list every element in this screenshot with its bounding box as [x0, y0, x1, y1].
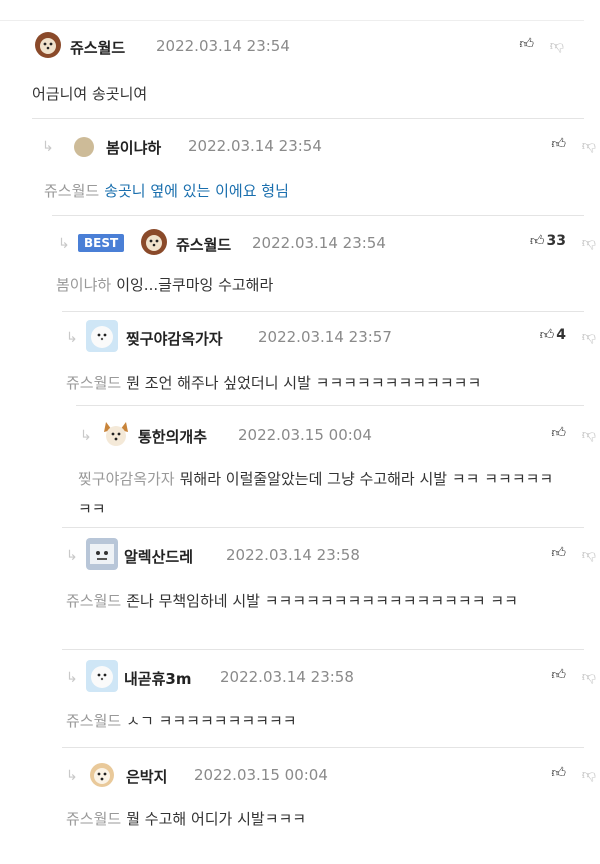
- like-count: 33: [546, 233, 566, 249]
- comment: 쥬스월드 2022.03.14 23:54 👍︎ 👎︎ 어금니여 송곳니여: [0, 20, 584, 119]
- thumbs-down-icon: 👎︎: [581, 547, 596, 563]
- thumbs-down-icon: 👎︎: [581, 138, 596, 154]
- like-button[interactable]: 👍︎: [551, 764, 566, 786]
- mention[interactable]: 쥬스월드: [66, 592, 121, 610]
- dislike-button[interactable]: 👎︎: [550, 37, 564, 54]
- comment-body: 존나 무책임하네 시발 ㅋㅋㅋㅋㅋㅋㅋㅋㅋㅋㅋㅋㅋㅋㅋㅋ ㅋㅋ: [126, 592, 518, 610]
- comment-nickname[interactable]: 쥬스월드: [176, 234, 231, 255]
- reply-arrow-icon: ↳: [42, 139, 54, 155]
- comment-text: 봄이냐하 이잉...글쿠마잉 수고해라: [56, 270, 576, 300]
- comment-nickname[interactable]: 봄이냐하: [106, 137, 161, 158]
- comment-reply: ↳ 통한의개추 2022.03.15 00:04 👍︎ 👎︎ 찢구야감옥가자 뭐해…: [76, 405, 596, 528]
- avatar[interactable]: [86, 320, 118, 352]
- reply-arrow-icon: ↳: [58, 236, 70, 252]
- comment-nickname[interactable]: 내곧휴3m: [124, 668, 191, 689]
- comment-body: 이잉...글쿠마잉 수고해라: [116, 276, 274, 294]
- avatar[interactable]: [86, 538, 118, 570]
- dislike-button[interactable]: 👎︎: [582, 234, 596, 251]
- comment-text: 쥬스월드 뭘 수고해 어디가 시발ㅋㅋㅋ: [66, 804, 556, 834]
- comment-nickname[interactable]: 은박지: [126, 766, 167, 787]
- avatar[interactable]: [74, 137, 94, 157]
- comment-text: 쥬스월드 뭔 조언 해주나 싶었더니 시발 ㅋㅋㅋㅋㅋㅋㅋㅋㅋㅋㅋㅋ: [66, 368, 576, 398]
- comment-body: 어금니여 송곳니여: [32, 85, 148, 103]
- comment-reply: ↳ 알렉산드레 2022.03.14 23:58 👍︎ 👎︎ 쥬스월드 존나 무책…: [62, 527, 596, 650]
- avatar[interactable]: [86, 758, 118, 790]
- mention[interactable]: 쥬스월드: [66, 810, 121, 828]
- reply-arrow-icon: ↳: [66, 768, 78, 784]
- comment-date: 2022.03.14 23:54: [156, 37, 290, 55]
- comment-date: 2022.03.14 23:57: [258, 328, 392, 346]
- comment-date: 2022.03.14 23:54: [188, 137, 322, 155]
- comment-nickname[interactable]: 알렉산드레: [124, 546, 193, 567]
- thumbs-up-icon: 👍︎: [551, 136, 566, 152]
- dislike-button[interactable]: 👎︎: [582, 328, 596, 345]
- mention[interactable]: 쥬스월드: [66, 374, 121, 392]
- like-button[interactable]: 👍︎: [551, 544, 566, 566]
- like-button[interactable]: 👍︎: [551, 666, 566, 688]
- reply-arrow-icon: ↳: [66, 670, 78, 686]
- comment-body: 송곳니 옆에 있는 이에요 형님: [104, 182, 289, 200]
- comment-date: 2022.03.15 00:04: [238, 426, 372, 444]
- thumbs-up-icon: 👍︎: [519, 36, 534, 52]
- thumbs-up-icon: 👍︎: [551, 765, 566, 781]
- like-button[interactable]: 👍︎ 33: [530, 232, 566, 254]
- reply-arrow-icon: ↳: [80, 428, 92, 444]
- thumbs-up-icon: 👍︎: [539, 327, 555, 343]
- dislike-button[interactable]: 👎︎: [582, 766, 596, 783]
- thumbs-down-icon: 👎︎: [581, 767, 596, 783]
- like-button[interactable]: 👍︎: [519, 35, 534, 57]
- like-count: 4: [556, 327, 566, 343]
- dislike-button[interactable]: 👎︎: [582, 426, 596, 443]
- thumbs-down-icon: 👎︎: [581, 427, 596, 443]
- comment-reply: ↳ 봄이냐하 2022.03.14 23:54 👍︎ 👎︎ 쥬스월드 송곳니 옆에…: [32, 118, 596, 216]
- mention[interactable]: 쥬스월드: [66, 712, 121, 730]
- thumbs-up-icon: 👍︎: [551, 545, 566, 561]
- avatar[interactable]: [138, 226, 170, 258]
- mention[interactable]: 봄이냐하: [56, 276, 111, 294]
- comment-text: 찢구야감옥가자 뭐해라 이럴줄알았는데 그냥 수고해라 시발 ㅋㅋ ㅋㅋㅋㅋㅋㅋㅋ: [78, 464, 554, 524]
- comment-date: 2022.03.14 23:58: [220, 668, 354, 686]
- comment-text: 쥬스월드 존나 무책임하네 시발 ㅋㅋㅋㅋㅋㅋㅋㅋㅋㅋㅋㅋㅋㅋㅋㅋ ㅋㅋ: [66, 586, 556, 616]
- like-button[interactable]: 👍︎ 4: [540, 326, 566, 348]
- dislike-button[interactable]: 👎︎: [582, 137, 596, 154]
- comment-body: 뭘 수고해 어디가 시발ㅋㅋㅋ: [126, 810, 307, 828]
- thumbs-up-icon: 👍︎: [529, 233, 545, 249]
- comment-text: 쥬스월드 ㅅㄱ ㅋㅋㅋㅋㅋㅋㅋㅋㅋㅋ: [66, 706, 556, 736]
- comment-body: ㅅㄱ ㅋㅋㅋㅋㅋㅋㅋㅋㅋㅋ: [126, 712, 297, 730]
- comment-date: 2022.03.15 00:04: [194, 766, 328, 784]
- thumbs-down-icon: 👎︎: [581, 329, 596, 345]
- reply-arrow-icon: ↳: [66, 548, 78, 564]
- dislike-button[interactable]: 👎︎: [582, 546, 596, 563]
- comment-date: 2022.03.14 23:54: [252, 234, 386, 252]
- comment-text: 어금니여 송곳니여: [32, 79, 552, 109]
- like-button[interactable]: 👍︎: [551, 424, 566, 446]
- comment-date: 2022.03.14 23:58: [226, 546, 360, 564]
- mention[interactable]: 찢구야감옥가자: [78, 470, 175, 488]
- thumbs-down-icon: 👎︎: [549, 38, 564, 54]
- comment-reply: ↳ 찢구야감옥가자 2022.03.14 23:57 👍︎ 4 👎︎ 쥬스월드 뭔 …: [62, 311, 596, 406]
- comment-reply: ↳ BEST 쥬스월드 2022.03.14 23:54 👍︎ 33 👎︎ 봄이냐…: [52, 215, 596, 312]
- thumbs-down-icon: 👎︎: [581, 669, 596, 685]
- comment-nickname[interactable]: 찢구야감옥가자: [126, 328, 223, 349]
- mention[interactable]: 쥬스월드: [44, 182, 99, 200]
- thumbs-up-icon: 👍︎: [551, 667, 566, 683]
- thumbs-up-icon: 👍︎: [551, 425, 566, 441]
- comment-text: 쥬스월드 송곳니 옆에 있는 이에요 형님: [44, 176, 564, 206]
- avatar[interactable]: [86, 660, 118, 692]
- reply-arrow-icon: ↳: [66, 330, 78, 346]
- avatar[interactable]: [100, 418, 132, 450]
- comment-nickname[interactable]: 쥬스월드: [70, 37, 125, 58]
- comment-body: 뭔 조언 해주나 싶었더니 시발 ㅋㅋㅋㅋㅋㅋㅋㅋㅋㅋㅋㅋ: [126, 374, 482, 392]
- avatar[interactable]: [32, 29, 64, 61]
- like-button[interactable]: 👍︎: [551, 135, 566, 157]
- best-badge: BEST: [78, 234, 125, 252]
- comment-thread: 쥬스월드 2022.03.14 23:54 👍︎ 👎︎ 어금니여 송곳니여 ↳ …: [0, 0, 600, 863]
- comment-nickname[interactable]: 통한의개추: [138, 426, 207, 447]
- comment-reply: ↳ 은박지 2022.03.15 00:04 👍︎ 👎︎ 쥬스월드 뭘 수고해 어…: [62, 747, 596, 864]
- dislike-button[interactable]: 👎︎: [582, 668, 596, 685]
- comment-reply: ↳ 내곧휴3m 2022.03.14 23:58 👍︎ 👎︎ 쥬스월드 ㅅㄱ ㅋㅋ…: [62, 649, 596, 748]
- thumbs-down-icon: 👎︎: [581, 235, 596, 251]
